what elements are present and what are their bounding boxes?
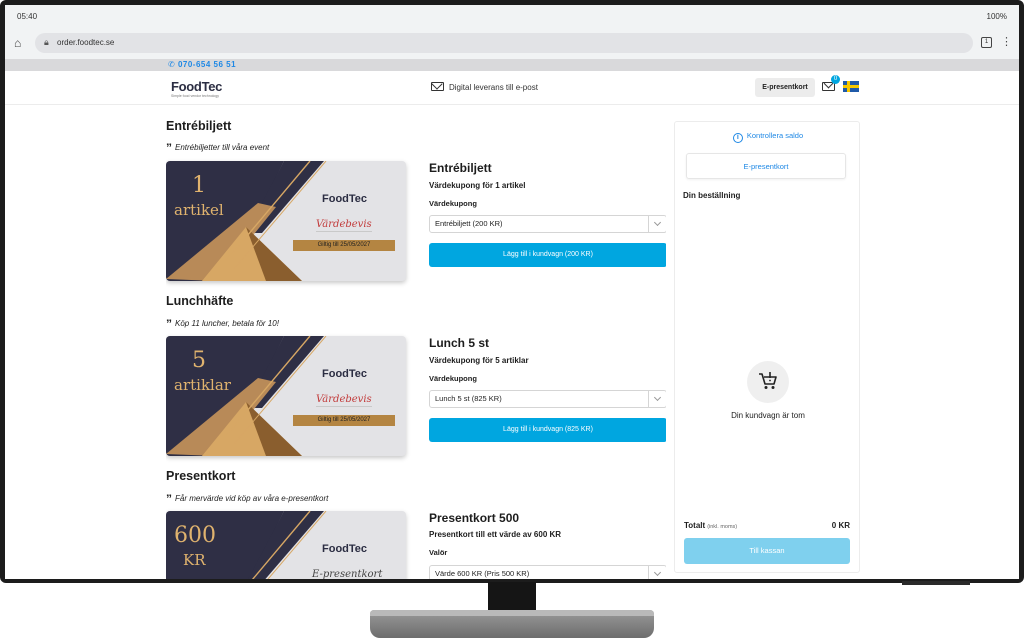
monitor-stand-top [370, 610, 654, 616]
card-logo: FoodTec [322, 368, 368, 380]
product-subtitle: Presentkort till ett värde av 600 KR [429, 530, 562, 539]
section-subtitle: ” Får mervärde vid köp av våra e-presentk… [166, 492, 329, 506]
delivery-info: Digital leverans till e-post [449, 83, 538, 92]
battery-level: 100% [986, 12, 1007, 21]
card-logo: FoodTec [322, 193, 368, 205]
section-title: Lunchhäfte [166, 294, 234, 308]
address-bar[interactable]: 🔒︎ order.foodtec.se [35, 33, 973, 53]
check-balance-link[interactable]: i Kontrollera saldo [675, 131, 861, 143]
voucher-card-image: 5 artiklar FoodTec Värdebevis Giltig til… [166, 336, 406, 456]
cart-count-badge: 0 [831, 75, 840, 84]
shopping-cart-icon [759, 372, 777, 389]
card-logo: FoodTec [322, 543, 368, 555]
section-title: Entrébiljett [166, 119, 232, 133]
swedish-flag-icon[interactable] [843, 81, 859, 92]
chevron-down-icon [648, 391, 666, 407]
egift-nav-button[interactable]: E-presentkort [755, 78, 815, 97]
section-title: Presentkort [166, 469, 236, 483]
section-subtitle: ” Entrébiljetter till våra event [166, 141, 270, 155]
logo-tagline: Simple food vendor technology [171, 94, 220, 98]
egift-tab[interactable]: E-presentkort [686, 153, 846, 179]
total-note: (inkl. moms) [707, 524, 738, 530]
card-amount: 600 [174, 523, 216, 548]
card-unit: artiklar [174, 376, 231, 394]
voucher-card-image: 1 artikel FoodTec Värdebevis Giltig till… [166, 161, 406, 281]
select-label: Värdekupong [429, 199, 477, 208]
chevron-down-icon [648, 216, 666, 232]
order-title: Din beställning [683, 191, 741, 200]
card-quantity: 5 [192, 348, 206, 373]
add-to-cart-button[interactable]: Lägg till i kundvagn (200 KR) [429, 243, 666, 267]
quote-icon: ” [166, 317, 172, 331]
total-value: 0 KR [831, 521, 850, 530]
browser-toolbar: ⌂ 🔒︎ order.foodtec.se 1 ⋮ [5, 27, 1019, 59]
lock-icon: 🔒︎ [44, 37, 49, 47]
card-valid-date: Giltig till 25/05/2027 [293, 415, 395, 426]
tab-switcher-button[interactable]: 1 [981, 37, 992, 48]
select-label: Valör [429, 548, 448, 557]
menu-icon[interactable]: ⋮ [1001, 35, 1012, 48]
card-unit: artikel [174, 201, 224, 219]
product-list: Entrébiljett ” Entrébiljetter till våra e… [166, 105, 666, 579]
status-time: 05:40 [17, 12, 38, 21]
card-script-title: Värdebevis [316, 394, 372, 407]
select-value: Värde 600 KR (Pris 500 KR) [435, 569, 530, 578]
section-subtitle: ” Köp 11 luncher, betala för 10! [166, 317, 279, 331]
order-sidebar: i Kontrollera saldo E-presentkort Din bes… [674, 121, 860, 573]
card-unit: KR [183, 551, 206, 569]
product-subtitle: Värdekupong för 1 artikel [429, 181, 526, 190]
logo-text: FoodTec [171, 79, 223, 94]
select-value: Entrébiljett (200 KR) [435, 219, 503, 228]
site-logo[interactable]: FoodTec Simple food vendor technology [171, 79, 222, 98]
site-header: FoodTec Simple food vendor technology Di… [5, 71, 1019, 105]
denomination-select[interactable]: Värde 600 KR (Pris 500 KR) [429, 565, 666, 579]
empty-cart-text: Din kundvagn är tom [731, 411, 805, 420]
status-bar: 05:40 100% [5, 5, 1019, 27]
total-label: Totalt (inkl. moms) [684, 521, 738, 530]
phone-link[interactable]: ✆ 070-654 56 51 [168, 60, 236, 69]
envelope-icon [431, 82, 444, 91]
quote-icon: ” [166, 141, 172, 155]
checkout-button[interactable]: Till kassan [684, 538, 850, 564]
voucher-select[interactable]: Entrébiljett (200 KR) [429, 215, 666, 233]
info-icon: i [732, 133, 743, 143]
chevron-down-icon [648, 566, 666, 579]
screen: 05:40 100% ⌂ 🔒︎ order.foodtec.se 1 ⋮ ✆ 0… [5, 5, 1019, 579]
monitor-bezel: 05:40 100% ⌂ 🔒︎ order.foodtec.se 1 ⋮ ✆ 0… [0, 0, 1024, 583]
product-subtitle: Värdekupong för 5 artiklar [429, 356, 529, 365]
quote-icon: ” [166, 492, 172, 506]
home-icon[interactable]: ⌂ [14, 36, 21, 50]
product-title: Entrébiljett [429, 161, 492, 175]
contact-strip: ✆ 070-654 56 51 [5, 59, 1019, 71]
giftcard-image: 600 KR FoodTec E-presentkort [166, 511, 406, 579]
card-script-title: E-presentkort [312, 569, 382, 579]
card-quantity: 1 [192, 173, 206, 198]
url-text: order.foodtec.se [57, 38, 115, 47]
card-script-title: Värdebevis [316, 219, 372, 232]
product-title: Presentkort 500 [429, 511, 520, 525]
empty-cart-circle [747, 361, 789, 403]
select-label: Värdekupong [429, 374, 477, 383]
card-valid-date: Giltig till 25/05/2027 [293, 240, 395, 251]
monitor-foot [902, 581, 970, 585]
voucher-select[interactable]: Lunch 5 st (825 KR) [429, 390, 666, 408]
product-title: Lunch 5 st [429, 336, 490, 350]
select-value: Lunch 5 st (825 KR) [435, 394, 502, 403]
add-to-cart-button[interactable]: Lägg till i kundvagn (825 KR) [429, 418, 666, 442]
